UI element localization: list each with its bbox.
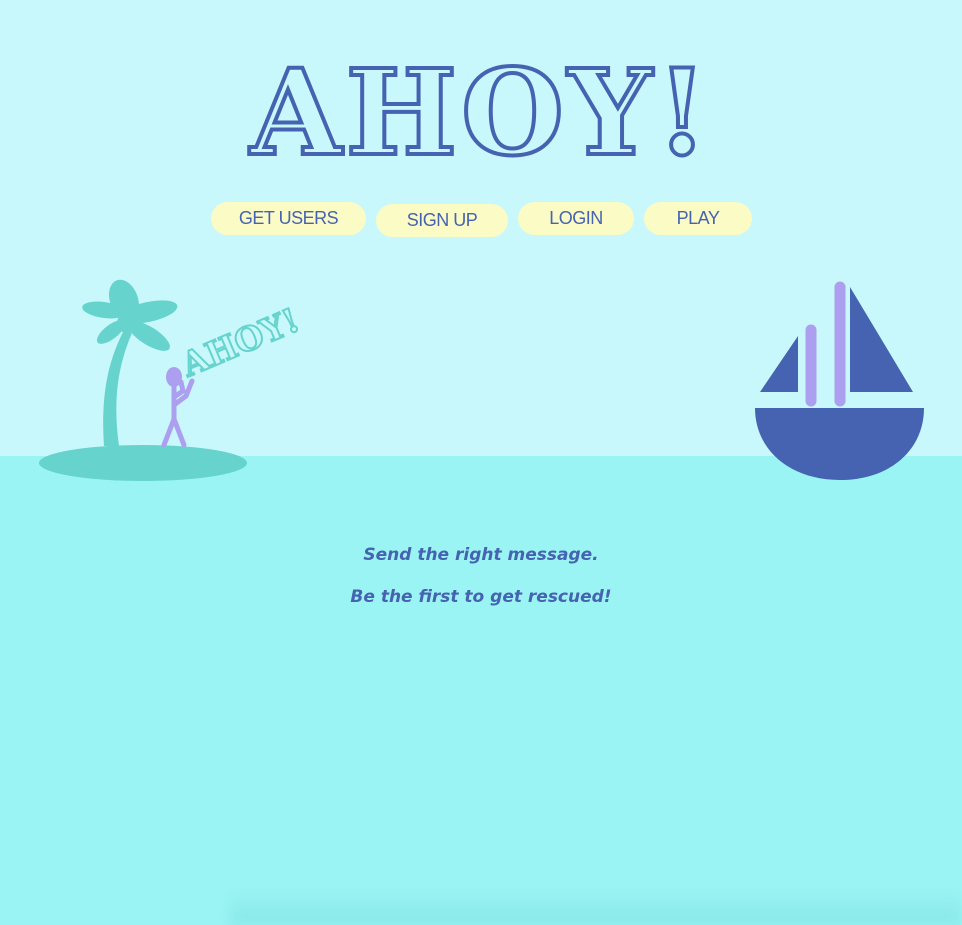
island-illustration: AHOY! bbox=[39, 279, 306, 481]
sailboat-illustration bbox=[755, 281, 924, 480]
sailboat-hull bbox=[755, 408, 924, 480]
shout-text: AHOY! bbox=[175, 300, 305, 385]
scene-illustration: AHOY! bbox=[39, 279, 924, 481]
island-sand bbox=[39, 445, 247, 481]
tagline-secondary: Be the first to get rescued! bbox=[350, 587, 612, 607]
sailboat-right-sail bbox=[850, 287, 913, 392]
palm-trunk bbox=[103, 330, 132, 446]
tagline-primary: Send the right message. bbox=[363, 545, 599, 565]
palm-fronds bbox=[82, 279, 178, 351]
page: AHOY! GET USERS SIGN UP LOGIN PLAY AHOY!… bbox=[0, 0, 962, 925]
sailboat-left-sail bbox=[760, 336, 798, 392]
